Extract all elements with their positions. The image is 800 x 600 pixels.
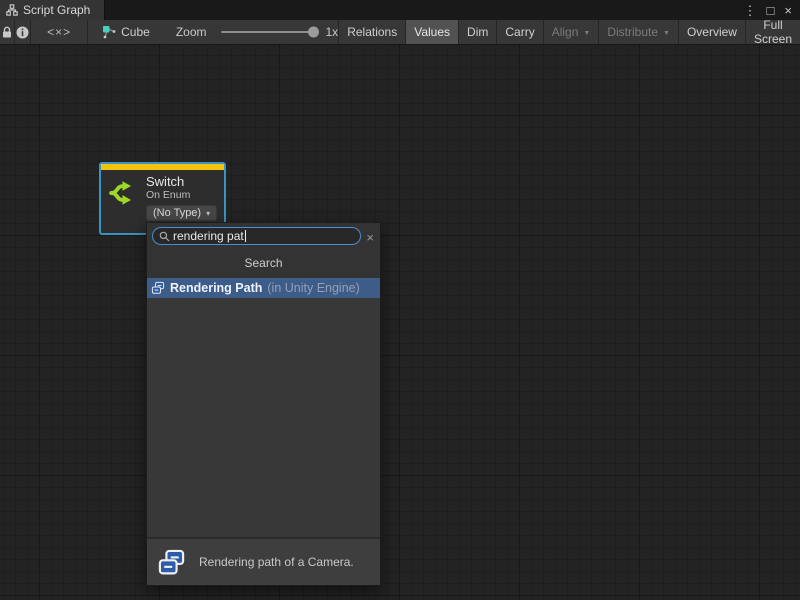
result-context: (in Unity Engine)	[267, 281, 359, 295]
toolbar-right-group: Relations Values Dim Carry Align ▼ Distr…	[338, 20, 800, 44]
tab-title: Script Graph	[23, 3, 90, 17]
search-icon	[159, 231, 170, 242]
dim-button[interactable]: Dim	[459, 20, 497, 44]
node-subtitle: On Enum	[146, 189, 217, 202]
script-graph-icon	[6, 4, 18, 16]
search-section: rendering pat × Search	[147, 223, 380, 278]
distribute-button[interactable]: Distribute ▼	[599, 20, 679, 44]
enum-icon	[151, 281, 165, 295]
graph-name: Cube	[121, 25, 150, 39]
type-dropdown[interactable]: (No Type) ▾	[146, 205, 217, 221]
align-button[interactable]: Align ▼	[544, 20, 600, 44]
zoom-value: 1x	[326, 25, 339, 39]
graph-breadcrumb[interactable]: Cube	[94, 20, 158, 44]
search-footer: Rendering path of a Camera.	[147, 537, 380, 585]
text-caret	[245, 230, 246, 242]
script-graph-window: Script Graph ⋮ □ × <×>	[0, 0, 800, 600]
enum-icon-large	[157, 548, 186, 577]
inspector-button[interactable]	[15, 20, 32, 44]
menu-icon[interactable]: ⋮	[744, 4, 757, 17]
result-description: Rendering path of a Camera.	[199, 555, 354, 569]
node-title: Switch	[146, 174, 217, 189]
tab-bar: Script Graph ⋮ □ ×	[0, 0, 800, 20]
relations-button[interactable]: Relations	[338, 20, 406, 44]
values-button[interactable]: Values	[406, 20, 459, 44]
maximize-icon[interactable]: □	[767, 4, 775, 17]
search-results-list: Rendering Path (in Unity Engine)	[147, 278, 380, 537]
graph-canvas[interactable]: Switch On Enum (No Type) ▾ rendering p	[0, 45, 800, 600]
tab-script-graph[interactable]: Script Graph	[0, 0, 105, 20]
info-icon	[16, 26, 29, 39]
lock-icon	[1, 26, 13, 39]
switch-branch-icon	[108, 178, 138, 208]
graph-toolbar: <×> Cube Zoom 1x Relations Values Dim Ca…	[0, 20, 800, 45]
zoom-slider-handle[interactable]	[308, 27, 319, 38]
zoom-label: Zoom	[176, 25, 207, 39]
carry-button[interactable]: Carry	[497, 20, 543, 44]
code-preview-button[interactable]: <×>	[31, 20, 87, 44]
fuzzy-finder-popup: rendering pat × Search Rendering Path (i…	[146, 222, 381, 586]
window-controls: ⋮ □ ×	[744, 0, 800, 20]
close-icon[interactable]: ×	[784, 4, 792, 17]
zoom-slider[interactable]	[221, 31, 317, 33]
chevron-down-icon: ▼	[663, 30, 670, 37]
overview-button[interactable]: Overview	[679, 20, 746, 44]
chevron-down-icon: ▾	[206, 209, 210, 218]
lock-button[interactable]	[0, 20, 15, 44]
code-icon: <×>	[47, 25, 71, 39]
search-result-row[interactable]: Rendering Path (in Unity Engine)	[147, 278, 380, 298]
search-input[interactable]: rendering pat	[152, 227, 361, 245]
result-name: Rendering Path	[170, 281, 262, 295]
zoom-control: Zoom 1x	[176, 20, 338, 44]
chevron-down-icon: ▼	[583, 30, 590, 37]
distribute-label: Distribute	[607, 25, 658, 39]
type-dropdown-label: (No Type)	[153, 207, 201, 219]
node-body: Switch On Enum (No Type) ▾	[101, 170, 224, 221]
search-query: rendering pat	[173, 229, 244, 243]
search-section-header: Search	[152, 245, 375, 278]
graph-network-icon	[102, 25, 116, 39]
node-text: Switch On Enum (No Type) ▾	[146, 174, 217, 221]
align-label: Align	[552, 25, 579, 39]
clear-search-icon[interactable]: ×	[366, 231, 374, 244]
fullscreen-button[interactable]: Full Screen	[746, 20, 800, 44]
